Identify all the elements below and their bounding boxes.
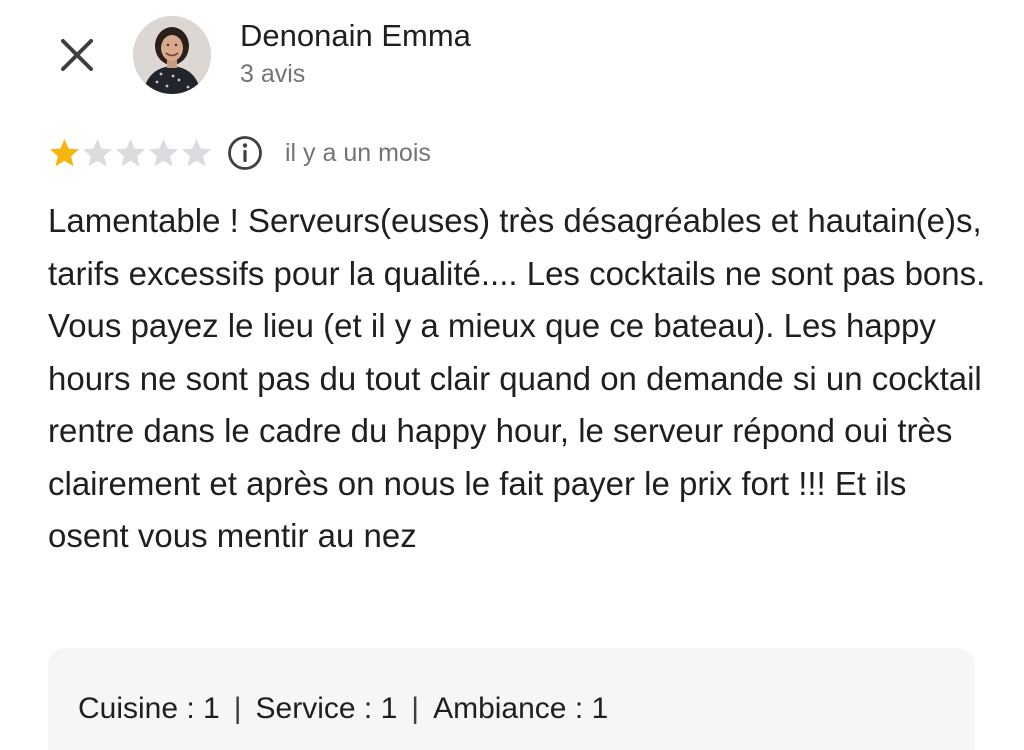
separator: | [411, 692, 420, 725]
star-empty-icon [182, 138, 211, 166]
sub-ratings-panel: Cuisine : 1 | Service : 1 | Ambiance : 1 [48, 648, 975, 750]
author-review-count: 3 avis [240, 60, 306, 88]
review-text: Lamentable ! Serveurs(euses) très désagr… [48, 202, 986, 554]
service-rating: Service : 1 [255, 692, 398, 725]
separator: | [233, 692, 242, 725]
author-name[interactable]: Denonain Emma [240, 18, 471, 54]
review-detail-page: Denonain Emma 3 avis il y a un mois Lame… [0, 0, 1024, 750]
cuisine-rating: Cuisine : 1 [78, 692, 220, 725]
star-empty-icon [149, 138, 178, 166]
close-icon[interactable] [59, 37, 95, 73]
star-empty-icon [116, 138, 145, 166]
info-icon[interactable] [227, 135, 263, 171]
rating-row: il y a un mois [48, 132, 431, 174]
star-filled-icon [50, 138, 79, 166]
close-button[interactable] [52, 30, 102, 80]
star-empty-icon [83, 138, 112, 166]
sub-ratings-line: Cuisine : 1 | Service : 1 | Ambiance : 1 [78, 692, 608, 726]
review-date: il y a un mois [285, 138, 431, 167]
ambiance-rating: Ambiance : 1 [433, 692, 609, 725]
avatar[interactable] [133, 16, 211, 94]
star-rating [48, 137, 213, 170]
